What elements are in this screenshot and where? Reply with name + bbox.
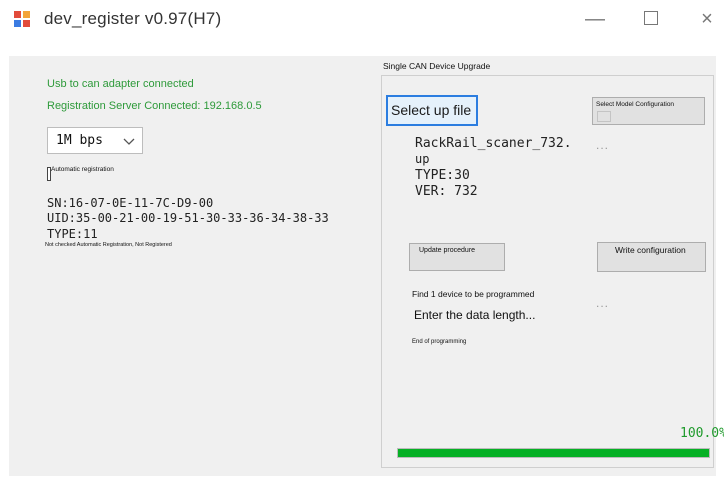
select-model-button[interactable]: Select Model Configuration	[592, 97, 705, 125]
auto-registration-label: Automatic registration	[51, 166, 114, 173]
select-model-label: Select Model Configuration	[596, 101, 675, 108]
close-button[interactable]: ×	[692, 6, 722, 32]
server-status-label: Registration Server Connected: 192.168.0…	[47, 100, 262, 112]
write-configuration-button[interactable]: Write configuration	[597, 242, 706, 272]
title-bar[interactable]: dev_register v0.97(H7) — ×	[0, 0, 724, 38]
client-area: Usb to can adapter connected Registratio…	[9, 56, 724, 476]
device-uid: UID:35-00-21-00-19-51-30-33-36-34-38-33	[47, 211, 329, 225]
upgrade-group-title: Single CAN Device Upgrade	[383, 61, 491, 71]
maximize-button[interactable]	[636, 6, 666, 32]
upgrade-group: Select up file Select Model Configuratio…	[381, 75, 724, 468]
baud-rate-value: 1M bps	[56, 133, 103, 148]
usb-status-label: Usb to can adapter connected	[47, 78, 194, 90]
file-extension: up	[415, 152, 430, 166]
file-type: TYPE:30	[415, 168, 470, 183]
end-programming-status: End of programming	[412, 339, 467, 345]
device-type: TYPE:11	[47, 227, 98, 241]
app-icon	[14, 11, 30, 27]
find-device-status: Find 1 device to be programmed	[412, 289, 535, 299]
select-file-button[interactable]: Select up file	[386, 95, 478, 126]
file-version: VER: 732	[415, 184, 478, 199]
progress-percent: 100.0%	[680, 426, 724, 441]
file-name: RackRail_scaner_732.	[415, 136, 572, 151]
registration-status: Not checked Automatic Registration, Not …	[45, 242, 172, 248]
update-procedure-button[interactable]: Update procedure	[409, 243, 505, 271]
baud-rate-select[interactable]: 1M bps	[47, 127, 143, 154]
progress-bar-fill	[398, 449, 709, 457]
device-sn: SN:16-07-0E-11-7C-D9-00	[47, 196, 214, 210]
model-config-placeholder: ...	[596, 138, 610, 152]
window-title: dev_register v0.97(H7)	[44, 9, 222, 28]
write-config-placeholder: ...	[596, 296, 610, 310]
progress-bar	[397, 448, 710, 458]
chevron-down-icon	[123, 138, 135, 145]
model-config-indicator	[597, 111, 611, 122]
maximize-icon	[644, 11, 658, 26]
minimize-button[interactable]: —	[580, 6, 610, 32]
data-length-status: Enter the data length...	[414, 308, 536, 322]
